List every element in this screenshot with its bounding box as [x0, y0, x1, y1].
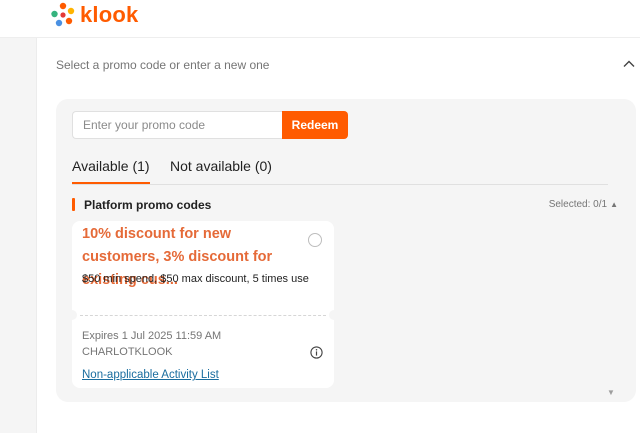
card-notch-left: [72, 310, 77, 320]
card-notch-right: [329, 310, 334, 320]
klook-logo[interactable]: klook: [50, 2, 138, 28]
promo-section-header[interactable]: Select a promo code or enter a new one: [56, 56, 640, 76]
tab-not-available[interactable]: Not available (0): [170, 156, 272, 182]
top-bar: klook: [0, 0, 640, 38]
scroll-down-arrow-icon[interactable]: ▼: [607, 388, 615, 397]
coupon-card[interactable]: 10% discount for new customers, 3% disco…: [72, 221, 334, 388]
tab-available[interactable]: Available (1): [72, 156, 150, 184]
left-rail: [0, 38, 37, 433]
klook-logo-icon: [51, 2, 75, 27]
chevron-up-icon[interactable]: [622, 57, 636, 76]
coupon-description: $50 min spend, $50 max discount, 5 times…: [82, 273, 309, 285]
selected-count-label: Selected: 0/1: [548, 199, 608, 210]
selected-count[interactable]: Selected: 0/1 ▲: [549, 198, 618, 212]
coupon-code: CHARLOTKLOOK: [82, 346, 173, 358]
category-accent-bar: [72, 198, 75, 211]
caret-up-icon: ▲: [610, 200, 618, 209]
non-applicable-activity-link[interactable]: Non-applicable Activity List: [82, 368, 219, 382]
coupon-divider: [80, 315, 326, 316]
coupon-expiry: Expires 1 Jul 2025 11:59 AM: [82, 330, 222, 342]
info-icon[interactable]: [310, 346, 323, 364]
logo-text: klook: [80, 2, 139, 27]
category-label: Platform promo codes: [84, 198, 212, 212]
promo-tabs: Available (1) Not available (0): [72, 154, 608, 185]
coupon-scrollbar[interactable]: ▼: [605, 217, 617, 397]
promo-section-label: Select a promo code or enter a new one: [56, 58, 270, 72]
promo-code-input[interactable]: [72, 111, 282, 139]
promo-panel: Redeem Available (1) Not available (0) P…: [56, 99, 636, 402]
category-header: Platform promo codes Selected: 0/1 ▲: [72, 197, 618, 213]
redeem-button[interactable]: Redeem: [282, 111, 348, 139]
coupon-select-radio[interactable]: [308, 233, 322, 247]
